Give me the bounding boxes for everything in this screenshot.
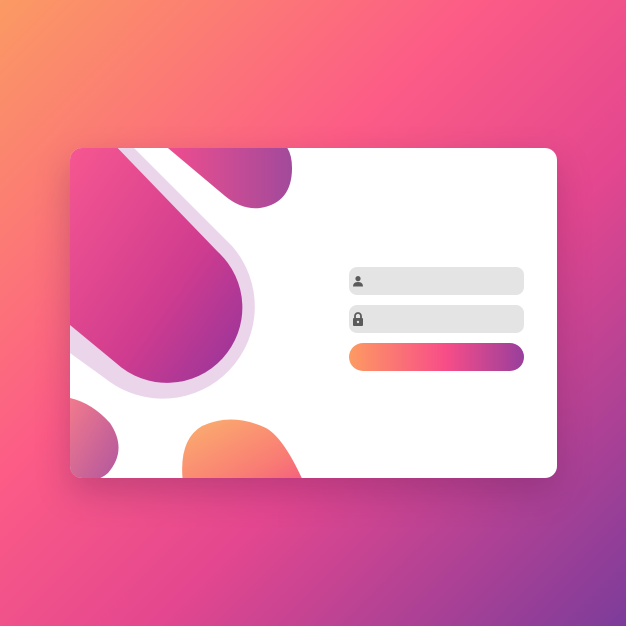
username-field[interactable]: [349, 267, 531, 295]
login-button[interactable]: [349, 343, 524, 371]
lock-icon: [352, 305, 364, 333]
password-input[interactable]: [364, 305, 531, 333]
login-card: [70, 148, 557, 478]
user-icon: [352, 267, 364, 295]
bottom-drop-shape: [182, 419, 302, 478]
password-field[interactable]: [349, 305, 531, 333]
username-input[interactable]: [364, 267, 531, 295]
login-form: [349, 267, 531, 371]
left-drop-shape: [70, 398, 119, 478]
